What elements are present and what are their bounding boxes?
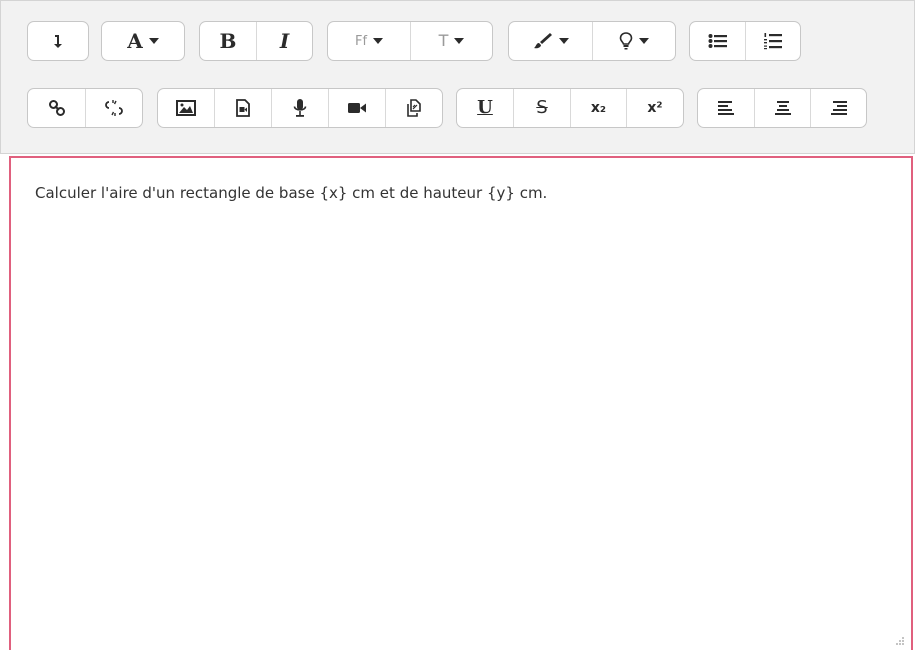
unlink-icon bbox=[105, 100, 123, 116]
editor-content-area[interactable]: Calculer l'aire d'un rectangle de base {… bbox=[9, 156, 913, 650]
list-group bbox=[689, 21, 801, 61]
align-right-button[interactable] bbox=[811, 89, 866, 127]
collapse-button[interactable] bbox=[28, 22, 88, 60]
media-group bbox=[157, 88, 443, 128]
underline-icon: U bbox=[477, 97, 493, 118]
strikethrough-button[interactable]: S bbox=[514, 89, 571, 127]
image-icon bbox=[176, 100, 196, 116]
align-left-button[interactable] bbox=[698, 89, 755, 127]
font-family-button[interactable]: Ff bbox=[328, 22, 411, 60]
underline-button[interactable]: U bbox=[457, 89, 514, 127]
video-icon bbox=[348, 103, 366, 113]
lightbulb-icon bbox=[619, 32, 633, 50]
manage-files-icon bbox=[407, 99, 421, 117]
font-group: Ff T bbox=[327, 21, 493, 61]
strikethrough-icon: S bbox=[536, 97, 548, 118]
superscript-icon: x² bbox=[647, 100, 663, 116]
bold-icon: B bbox=[219, 29, 237, 53]
font-size-icon: T bbox=[438, 31, 449, 50]
media-icon bbox=[236, 99, 250, 117]
text-color-icon: A bbox=[127, 29, 143, 53]
italic-icon: I bbox=[279, 29, 290, 53]
paintbrush-button[interactable] bbox=[509, 22, 593, 60]
link-group bbox=[27, 88, 143, 128]
text-color-group: A bbox=[101, 21, 185, 61]
align-right-icon bbox=[830, 101, 847, 115]
chevron-down-icon bbox=[454, 38, 465, 44]
media-button[interactable] bbox=[215, 89, 272, 127]
chevron-down-icon bbox=[373, 38, 384, 44]
subscript-button[interactable]: x₂ bbox=[571, 89, 627, 127]
collapse-icon bbox=[54, 35, 62, 48]
manage-files-button[interactable] bbox=[386, 89, 442, 127]
link-button[interactable] bbox=[28, 89, 86, 127]
align-center-button[interactable] bbox=[755, 89, 811, 127]
format-group: B I bbox=[199, 21, 313, 61]
editor-text[interactable]: Calculer l'aire d'un rectangle de base {… bbox=[35, 184, 547, 202]
ordered-list-button[interactable] bbox=[746, 22, 800, 60]
record-audio-button[interactable] bbox=[272, 89, 329, 127]
text-style-group: U S x₂ x² bbox=[456, 88, 684, 128]
align-center-icon bbox=[774, 101, 791, 115]
superscript-button[interactable]: x² bbox=[627, 89, 683, 127]
ordered-list-icon bbox=[764, 33, 782, 50]
unordered-list-icon bbox=[708, 34, 727, 48]
align-left-icon bbox=[718, 101, 734, 115]
font-family-icon: Ff bbox=[354, 33, 368, 49]
microphone-icon bbox=[293, 99, 307, 117]
text-color-button[interactable]: A bbox=[102, 22, 184, 60]
paintbrush-icon bbox=[533, 33, 552, 49]
chevron-down-icon bbox=[558, 38, 569, 44]
record-video-button[interactable] bbox=[329, 89, 386, 127]
lightbulb-button[interactable] bbox=[593, 22, 675, 60]
font-size-button[interactable]: T bbox=[411, 22, 492, 60]
bold-button[interactable]: B bbox=[200, 22, 257, 60]
align-group bbox=[697, 88, 867, 128]
italic-button[interactable]: I bbox=[257, 22, 312, 60]
editor-toolbar: A B I Ff T U S x₂ x² bbox=[0, 0, 915, 154]
unordered-list-button[interactable] bbox=[690, 22, 746, 60]
subscript-icon: x₂ bbox=[590, 100, 607, 116]
resize-handle-icon[interactable] bbox=[895, 636, 905, 646]
chevron-down-icon bbox=[639, 38, 649, 44]
link-icon bbox=[48, 100, 65, 116]
unlink-button[interactable] bbox=[86, 89, 142, 127]
image-button[interactable] bbox=[158, 89, 215, 127]
collapse-group bbox=[27, 21, 89, 61]
chevron-down-icon bbox=[148, 38, 159, 44]
style-group bbox=[508, 21, 676, 61]
